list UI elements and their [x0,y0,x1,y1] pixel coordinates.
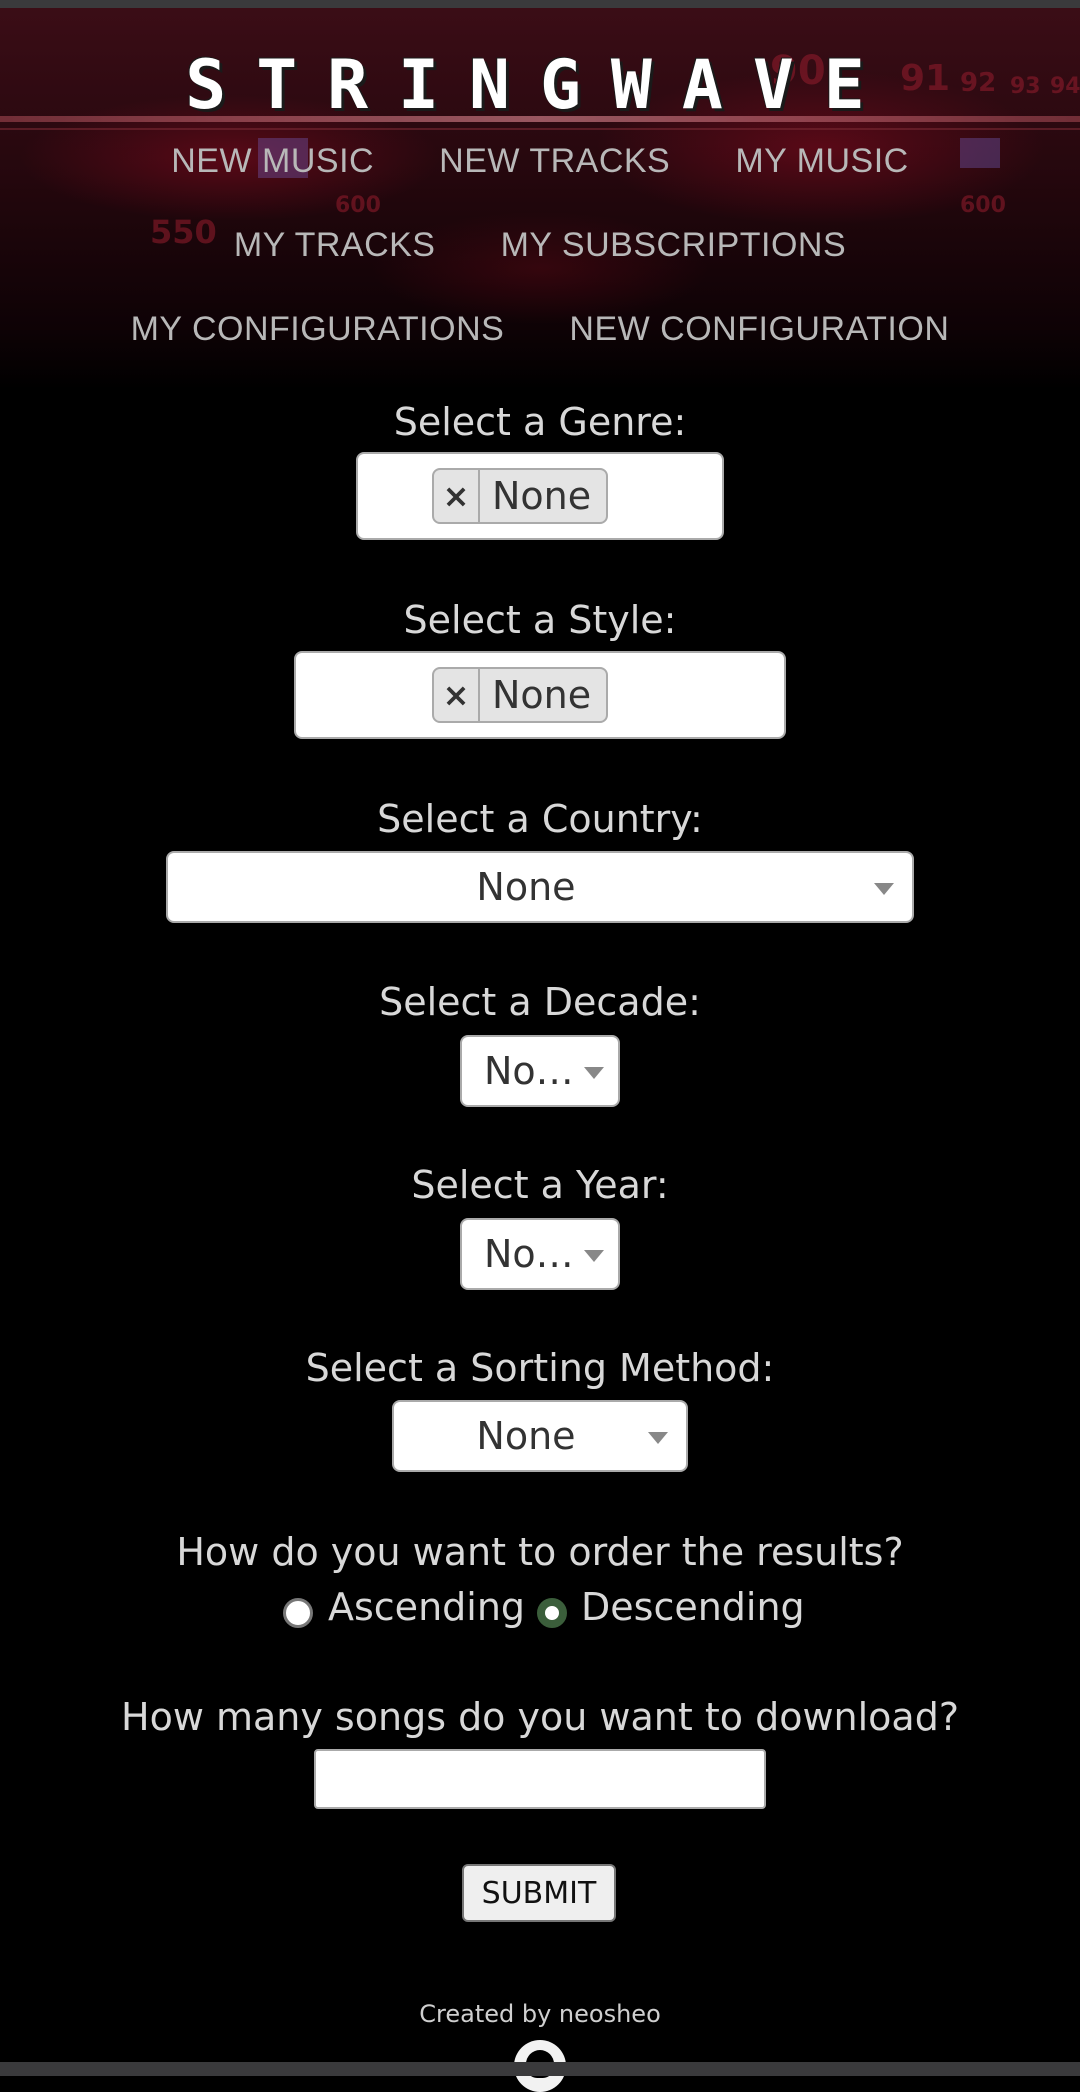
decade-select[interactable]: No… [460,1035,620,1107]
song-count-input[interactable] [314,1749,766,1809]
site-logo[interactable]: STRINGWAVE [0,46,1080,125]
order-question: How do you want to order the results? [176,1530,904,1574]
chip-remove-icon[interactable]: × [434,669,480,721]
nav-new-music[interactable]: NEW MUSIC [171,142,374,181]
genre-label: Select a Genre: [393,400,687,444]
nav-new-tracks[interactable]: NEW TRACKS [439,142,670,181]
sorting-select[interactable]: None [392,1400,688,1472]
genre-chip: × None [432,468,608,524]
year-select[interactable]: No… [460,1218,620,1290]
bottom-system-bar [0,2062,1080,2076]
decade-value: No… [484,1049,574,1093]
chevron-down-icon [584,1250,604,1262]
chip-remove-icon[interactable]: × [434,470,480,522]
chip-label: None [492,474,592,518]
country-value: None [476,865,576,909]
nav-my-tracks[interactable]: MY TRACKS [234,226,436,265]
style-chip: × None [432,667,608,723]
country-label: Select a Country: [377,797,703,841]
submit-button[interactable]: SUBMIT [462,1864,616,1922]
nav-my-subscriptions[interactable]: MY SUBSCRIPTIONS [501,226,847,265]
chevron-down-icon [874,883,894,895]
decade-label: Select a Decade: [379,980,701,1024]
nav-row-2: MY TRACKS MY SUBSCRIPTIONS [0,226,1080,265]
year-label: Select a Year: [411,1163,669,1207]
descending-label[interactable]: Descending [581,1585,805,1629]
chip-label: None [492,673,592,717]
top-system-bar [0,0,1080,8]
nav-new-configuration[interactable]: NEW CONFIGURATION [569,310,949,349]
descending-radio[interactable] [537,1598,567,1628]
style-multiselect[interactable]: × None [294,651,786,739]
chevron-down-icon [584,1067,604,1079]
genre-multiselect[interactable]: × None [356,452,724,540]
style-label: Select a Style: [403,598,677,642]
country-select[interactable]: None [166,851,914,923]
ascending-label[interactable]: Ascending [328,1585,525,1629]
ascending-radio[interactable] [283,1598,313,1628]
dial-number: 600 [335,193,381,218]
sorting-value: None [476,1414,576,1458]
nav-row-3: MY CONFIGURATIONS NEW CONFIGURATION [0,310,1080,349]
nav-my-configurations[interactable]: MY CONFIGURATIONS [131,310,505,349]
year-value: No… [484,1232,574,1276]
nav-my-music[interactable]: MY MUSIC [735,142,908,181]
nav-row-1: NEW MUSIC NEW TRACKS MY MUSIC [0,142,1080,181]
credit-text: Created by neosheo [419,2000,661,2028]
count-question: How many songs do you want to download? [121,1695,959,1739]
chevron-down-icon [648,1432,668,1444]
dial-line [0,128,1080,130]
sorting-label: Select a Sorting Method: [305,1346,775,1390]
dial-number: 600 [960,193,1006,218]
